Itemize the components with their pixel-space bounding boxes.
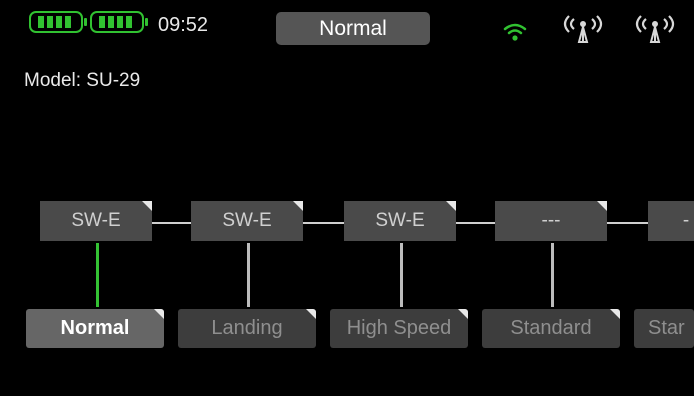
condition-label: High Speed — [346, 317, 452, 339]
condition-link — [400, 243, 403, 307]
switch-slot-5[interactable]: - — [648, 201, 694, 241]
condition-label: Normal — [60, 317, 130, 339]
condition-partial[interactable]: Star — [634, 309, 694, 348]
switch-label: --- — [541, 210, 561, 231]
chain-connector — [456, 222, 495, 224]
switch-slot-3[interactable]: SW-E — [344, 201, 456, 241]
flight-mode-button[interactable]: Normal — [276, 12, 430, 45]
battery-icon — [29, 11, 87, 33]
condition-label: Standard — [510, 317, 592, 339]
switch-slot-2[interactable]: SW-E — [191, 201, 303, 241]
switch-slot-4[interactable]: --- — [495, 201, 607, 241]
switch-label: - — [682, 210, 690, 231]
condition-normal[interactable]: Normal — [26, 309, 164, 348]
condition-link-active — [96, 243, 99, 307]
antenna-icon — [635, 15, 675, 43]
condition-high-speed[interactable]: High Speed — [330, 309, 468, 348]
chain-connector — [303, 222, 344, 224]
condition-landing[interactable]: Landing — [178, 309, 316, 348]
antenna-icon — [563, 15, 603, 43]
chain-connector — [607, 222, 648, 224]
model-name: Model: SU-29 — [24, 70, 141, 91]
switch-label: SW-E — [375, 210, 425, 231]
switch-label: SW-E — [222, 210, 272, 231]
battery-icon — [90, 11, 148, 33]
chain-connector — [152, 222, 191, 224]
condition-link — [551, 243, 554, 307]
switch-label: SW-E — [71, 210, 121, 231]
switch-slot-1[interactable]: SW-E — [40, 201, 152, 241]
clock: 09:52 — [158, 14, 209, 36]
condition-standard[interactable]: Standard — [482, 309, 620, 348]
wifi-icon — [503, 23, 527, 41]
condition-label: Landing — [211, 317, 283, 339]
condition-link — [247, 243, 250, 307]
condition-label: Star — [648, 317, 685, 339]
